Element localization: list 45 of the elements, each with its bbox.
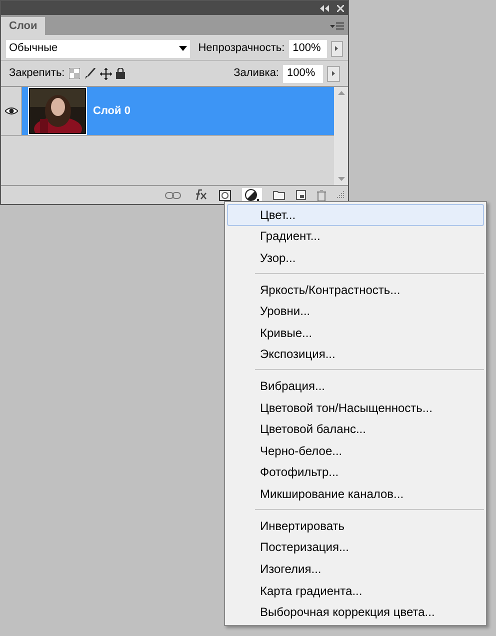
adjustment-button[interactable] [242, 188, 262, 202]
trash-icon[interactable] [317, 190, 326, 200]
new-layer-icon[interactable] [296, 190, 306, 200]
menu-item[interactable]: Градиент... [227, 226, 484, 248]
collapse-icon[interactable] [320, 4, 329, 12]
arrow-icon [335, 46, 338, 51]
opacity-label: Непрозрачность: [198, 41, 285, 56]
fill-field[interactable]: 100% [283, 64, 323, 82]
lock-label: Закрепить: [9, 66, 65, 82]
mask-icon[interactable] [219, 190, 231, 200]
menu-item[interactable]: Выборочная коррекция цвета... [227, 601, 484, 623]
brush-icon[interactable] [84, 68, 96, 80]
opacity-slider-button[interactable] [330, 40, 343, 56]
lock-icon[interactable] [116, 68, 125, 79]
close-icon[interactable] [337, 4, 344, 12]
menu-item[interactable]: Изогелия... [227, 558, 484, 580]
menu-item[interactable]: Цветовой тон/Насыщенность... [227, 396, 484, 418]
menu-icon[interactable] [330, 22, 344, 31]
link-icon[interactable] [165, 192, 181, 198]
menu-item[interactable]: Уровни... [227, 300, 484, 322]
menu-item[interactable]: Фотофильтр... [227, 462, 484, 484]
eye-icon[interactable] [4, 107, 18, 115]
menu-item[interactable]: Цветовой баланс... [227, 418, 484, 440]
layer-name: Слой 0 [93, 104, 130, 119]
menu-item[interactable]: Постеризация... [227, 536, 484, 558]
fill-slider-button[interactable] [327, 66, 340, 82]
menu-item[interactable]: Экспозиция... [227, 344, 484, 366]
checkerboard-icon[interactable] [68, 68, 80, 79]
menu-item[interactable]: Черно-белое... [227, 440, 484, 462]
panel-tab[interactable]: Слои [1, 17, 46, 35]
caret-icon [179, 46, 188, 51]
arrow-icon [332, 71, 335, 76]
menu-item[interactable]: Цвет... [227, 204, 484, 226]
menu-item[interactable]: Микширование каналов... [227, 483, 484, 505]
blend-mode-dropdown[interactable]: Обычные [6, 40, 190, 58]
menu-item[interactable]: Вибрация... [227, 375, 484, 397]
menu-item[interactable]: Инвертировать [227, 514, 484, 536]
menu-item[interactable]: Кривые... [227, 322, 484, 344]
fill-label: Заливка: [234, 66, 279, 82]
opacity-field[interactable]: 100% [288, 40, 327, 58]
menu-item[interactable]: Яркость/Контрастность... [227, 278, 484, 300]
menu-item[interactable]: Карта градиента... [227, 580, 484, 602]
half-circle-icon [245, 189, 259, 201]
menu-item[interactable]: Узор... [227, 247, 484, 269]
move-icon[interactable] [100, 68, 112, 80]
